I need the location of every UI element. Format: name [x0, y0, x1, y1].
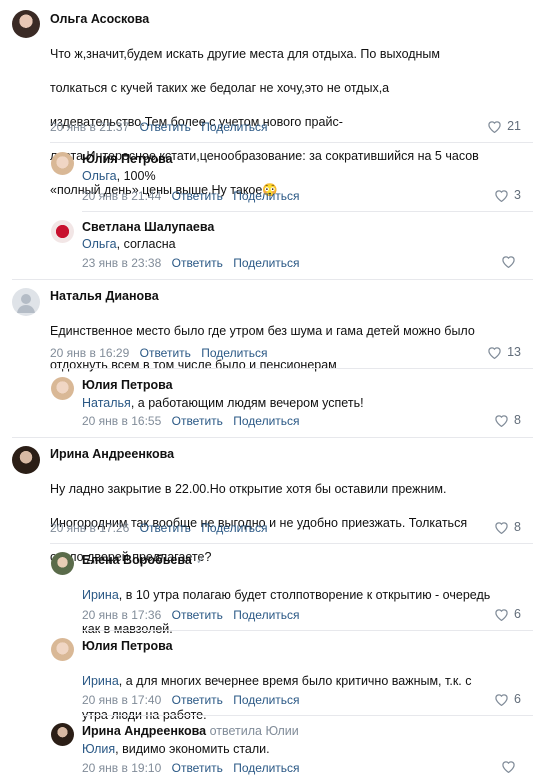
heart-icon	[502, 256, 515, 268]
heart-icon	[488, 120, 501, 133]
comment-date[interactable]: 20 янв в 21:37	[50, 120, 129, 134]
heart-icon	[495, 521, 508, 534]
separator	[82, 630, 533, 631]
like-count: 3	[514, 188, 521, 202]
share-button[interactable]: Поделиться	[233, 693, 299, 707]
comment-date[interactable]: 23 янв в 23:38	[82, 256, 161, 270]
like-button[interactable]: 13	[487, 345, 521, 359]
default-user-icon	[17, 294, 35, 313]
like-button[interactable]: 8	[494, 520, 521, 534]
share-button[interactable]: Поделиться	[233, 761, 299, 775]
separator	[50, 368, 533, 369]
share-button[interactable]: Поделиться	[233, 608, 299, 622]
like-button[interactable]	[501, 255, 521, 268]
comment-text: Ольга, 100%	[82, 169, 156, 183]
mention-link[interactable]: Ирина	[82, 588, 119, 602]
share-button[interactable]: Поделиться	[233, 256, 299, 270]
avatar[interactable]	[51, 638, 74, 661]
author-name[interactable]: Юлия Петрова	[82, 378, 173, 392]
avatar[interactable]	[51, 152, 74, 175]
like-count: 6	[514, 692, 521, 706]
avatar[interactable]	[51, 723, 74, 746]
reply-button[interactable]: Ответить	[172, 256, 223, 270]
comment-date[interactable]: 20 янв в 19:10	[82, 761, 161, 775]
heart-icon	[495, 608, 508, 621]
comment-date[interactable]: 20 янв в 17:40	[82, 693, 161, 707]
comment-date[interactable]: 20 янв в 17:36	[82, 608, 161, 622]
reply-button[interactable]: Ответить	[140, 120, 191, 134]
avatar[interactable]	[51, 377, 74, 400]
mention-link[interactable]: Наталья	[82, 396, 131, 410]
heart-icon	[495, 189, 508, 202]
reply-button[interactable]: Ответить	[172, 189, 223, 203]
replied-to-label[interactable]: ответила Юлии	[210, 724, 299, 738]
avatar[interactable]	[12, 10, 40, 38]
author-name[interactable]: Ирина Андреенкова ответила Юлии	[82, 724, 299, 738]
like-count: 21	[507, 119, 521, 133]
reply-button[interactable]: Ответить	[172, 693, 223, 707]
share-button[interactable]: Поделиться	[233, 414, 299, 428]
verified-check-icon: ✓	[195, 555, 206, 567]
like-button[interactable]: 6	[494, 607, 521, 621]
comment-date[interactable]: 20 янв в 16:55	[82, 414, 161, 428]
separator	[12, 279, 533, 280]
avatar[interactable]	[51, 552, 74, 575]
heart-icon	[495, 693, 508, 706]
avatar[interactable]	[12, 288, 40, 316]
like-count: 6	[514, 607, 521, 621]
share-button[interactable]: Поделиться	[201, 521, 267, 535]
separator	[50, 543, 533, 544]
comment-text: Ольга, согласна	[82, 237, 176, 251]
reply-button[interactable]: Ответить	[172, 608, 223, 622]
author-name[interactable]: Ольга Асоскова	[50, 12, 149, 26]
like-button[interactable]: 3	[494, 188, 521, 202]
author-name[interactable]: Елена Воробьева ✓	[82, 553, 205, 567]
author-name[interactable]: Юлия Петрова	[82, 639, 173, 653]
share-button[interactable]: Поделиться	[201, 346, 267, 360]
like-button[interactable]	[501, 760, 521, 773]
like-count: 8	[514, 520, 521, 534]
reply-button[interactable]: Ответить	[172, 761, 223, 775]
comment-date[interactable]: 20 янв в 21:44	[82, 189, 161, 203]
separator	[50, 142, 533, 143]
reply-button[interactable]: Ответить	[172, 414, 223, 428]
mention-link[interactable]: Ольга	[82, 169, 117, 183]
separator	[82, 715, 533, 716]
reply-button[interactable]: Ответить	[140, 346, 191, 360]
reply-button[interactable]: Ответить	[140, 521, 191, 535]
avatar[interactable]	[51, 220, 74, 243]
author-name[interactable]: Наталья Дианова	[50, 289, 159, 303]
avatar[interactable]	[12, 446, 40, 474]
comment-date[interactable]: 20 янв в 17:26	[50, 521, 129, 535]
mention-link[interactable]: Юлия	[82, 742, 115, 756]
heart-icon	[495, 414, 508, 427]
share-button[interactable]: Поделиться	[201, 120, 267, 134]
heart-icon	[502, 761, 515, 773]
mention-link[interactable]: Ирина	[82, 674, 119, 688]
comment-text: Наталья, а работающим людям вечером успе…	[82, 396, 364, 410]
heart-icon	[488, 346, 501, 359]
separator	[82, 211, 533, 212]
share-button[interactable]: Поделиться	[233, 189, 299, 203]
like-button[interactable]: 21	[487, 119, 521, 133]
like-button[interactable]: 6	[494, 692, 521, 706]
comment-date[interactable]: 20 янв в 16:29	[50, 346, 129, 360]
like-count: 8	[514, 413, 521, 427]
separator	[12, 437, 533, 438]
mention-link[interactable]: Ольга	[82, 237, 117, 251]
comment-text: Юлия, видимо экономить стали.	[82, 742, 270, 756]
like-count: 13	[507, 345, 521, 359]
author-name[interactable]: Светлана Шалупаева	[82, 220, 214, 234]
author-name[interactable]: Юлия Петрова	[82, 152, 173, 166]
author-name[interactable]: Ирина Андреенкова	[50, 447, 174, 461]
like-button[interactable]: 8	[494, 413, 521, 427]
